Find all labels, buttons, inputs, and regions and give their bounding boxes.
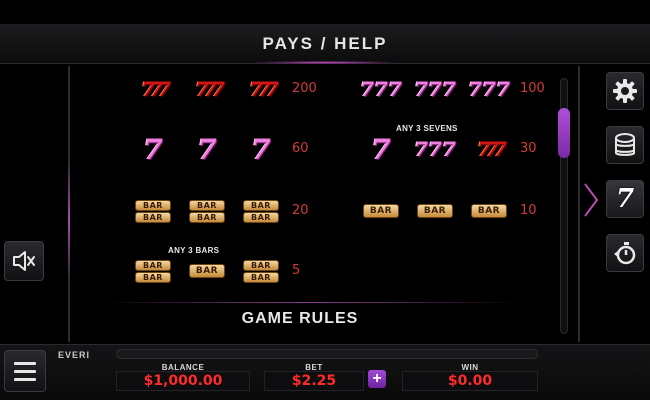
symbol-text: 777 [414, 137, 456, 161]
double-bar-symbol: BAR BAR [240, 258, 282, 284]
seven-pink-symbol: 7 [240, 133, 282, 166]
balance-value: $1,000.00 [116, 371, 250, 391]
autoplay-icon [614, 242, 636, 265]
double-bar-symbol: BAR BAR [186, 198, 228, 224]
pay-value: 100 [520, 81, 545, 96]
menu-button[interactable] [4, 350, 46, 392]
pay-value: 10 [520, 203, 537, 218]
single-bar-symbol: BAR [468, 198, 510, 224]
symbol-text: 7 [251, 132, 271, 166]
bet-increase-button[interactable]: + [368, 370, 386, 388]
bar-text: BAR [135, 259, 171, 271]
pay-value: 60 [292, 141, 309, 156]
single-bar-symbol: BAR [186, 258, 228, 284]
seven-pink-symbol: 7 [360, 133, 402, 166]
game-rules-title: GAME RULES [241, 310, 359, 327]
symbol-text: 7 [197, 132, 217, 166]
symbol-text: 777 [414, 77, 456, 101]
scrollbar-thumb[interactable] [558, 108, 570, 158]
single-bar-symbol: BAR [414, 198, 456, 224]
pay-value: 200 [292, 81, 317, 96]
bar-text: BAR [189, 264, 225, 278]
symbol-text: 777 [195, 77, 225, 101]
pay-value: 5 [292, 263, 301, 278]
triple-seven-pink-symbol: 777 [414, 136, 456, 162]
bar-text: BAR [135, 211, 171, 223]
pay-value: 30 [520, 141, 537, 156]
coins-icon [615, 133, 635, 156]
bar-text: BAR [243, 211, 279, 223]
symbol-text: 777 [249, 77, 279, 101]
triple-seven-pink-symbol: 777 [360, 76, 402, 102]
seven-icon: 7 [615, 184, 635, 214]
speaker-mute-icon [13, 251, 35, 271]
bar-text: BAR [363, 204, 399, 218]
win-value: $0.00 [402, 371, 538, 391]
triple-seven-red-symbol: 777 [240, 76, 282, 102]
single-bar-symbol: BAR [360, 198, 402, 224]
bar-text: BAR [417, 204, 453, 218]
double-bar-symbol: BAR BAR [132, 198, 174, 224]
sound-button[interactable] [4, 241, 44, 281]
bet-coins-button[interactable] [606, 126, 644, 164]
bar-text: BAR [189, 211, 225, 223]
chevron-right-icon [584, 183, 599, 217]
symbol-text: 777 [141, 77, 171, 101]
header: PAYS / HELP [0, 24, 650, 64]
bar-text: BAR [135, 271, 171, 283]
settings-button[interactable] [606, 72, 644, 110]
bar-text: BAR [243, 259, 279, 271]
left-accent [68, 160, 70, 280]
double-bar-symbol: BAR BAR [132, 258, 174, 284]
gear-icon [613, 79, 637, 103]
bar-text: BAR [243, 199, 279, 211]
bar-text: BAR [189, 199, 225, 211]
seven-pink-symbol: 7 [132, 133, 174, 166]
pay-value: 20 [292, 203, 309, 218]
bar-text: BAR [135, 199, 171, 211]
symbol-text: 7 [143, 132, 163, 166]
symbol-text: 777 [360, 77, 402, 101]
message-bar [116, 349, 538, 359]
symbol-text: 777 [468, 77, 510, 101]
seven-pink-symbol: 7 [186, 133, 228, 166]
triple-seven-red-symbol: 777 [132, 76, 174, 102]
page-title: PAYS / HELP [262, 33, 388, 53]
game-frame: PAYS / HELP 777 777 777 200 7 7 7 60 BAR BAR BAR BA… [0, 0, 650, 400]
bet-value: $2.25 [264, 371, 364, 391]
paytable-panel: 777 777 777 200 7 7 7 60 BAR BAR BAR BAR BAR BAR 20 ANY… [68, 66, 580, 342]
combo-note: ANY 3 SEVENS [396, 124, 458, 133]
divider [100, 302, 520, 303]
autoplay-button[interactable] [606, 234, 644, 272]
paytable: 777 777 777 200 7 7 7 60 BAR BAR BAR BAR BAR BAR 20 ANY… [80, 66, 550, 342]
symbol-text: 777 [477, 137, 507, 161]
paytable-button[interactable]: 7 [606, 180, 644, 218]
header-glow [250, 61, 400, 64]
bar-text: BAR [471, 204, 507, 218]
triple-seven-red-symbol: 777 [468, 136, 510, 162]
double-bar-symbol: BAR BAR [240, 198, 282, 224]
triple-seven-red-symbol: 777 [186, 76, 228, 102]
symbol-text: 7 [371, 132, 391, 166]
hamburger-icon [14, 361, 36, 365]
brand-logo: EVERI [58, 350, 91, 360]
bar-text: BAR [243, 271, 279, 283]
triple-seven-pink-symbol: 777 [414, 76, 456, 102]
triple-seven-pink-symbol: 777 [468, 76, 510, 102]
combo-note: ANY 3 BARS [168, 246, 220, 255]
